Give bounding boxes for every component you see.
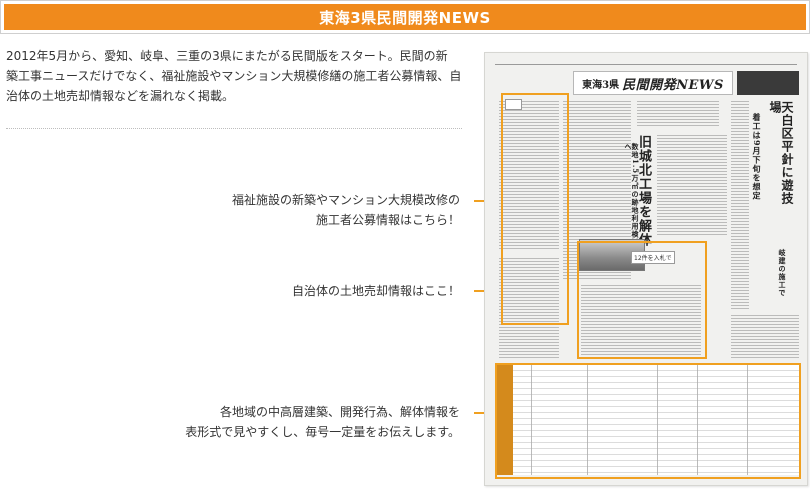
masthead-prefix: 東海3県 [582, 79, 620, 91]
intro-line: 治体の土地売却情報などを漏れなく掲載。 [6, 89, 235, 103]
dotted-divider [6, 128, 462, 129]
section-header-band: 東海3県民間開発NEWS [4, 4, 806, 30]
intro-text: 2012年5月から、愛知、岐阜、三重の3県にまたがる民間版をスタート。民間の新 … [6, 46, 466, 106]
callout-line: 各地域の中高層建築、開発行為、解体情報を [219, 405, 460, 419]
callout-line: 表形式で見やすくし、毎号一定量をお伝えします。 [185, 425, 460, 439]
article-text-block [731, 315, 799, 359]
headline-right: 天白区平針に遊技場 [768, 101, 794, 205]
callout-line: 福祉施設の新築やマンション大規模改修の [231, 193, 460, 207]
callout-table-info: 各地域の中高層建築、開発行為、解体情報を 表形式で見やすくし、毎号一定量をお伝え… [185, 402, 460, 442]
newspaper-sample-image: 東海3県 民間開発NEWS 旧城北工場を解体 数地1.5万㎡の跡地利用検討へ 天… [484, 52, 808, 486]
highlight-box-land-sales [577, 241, 707, 359]
newspaper-masthead: 東海3県 民間開発NEWS [573, 71, 733, 95]
callout-line: 施工者公募情報はこちら！ [315, 213, 460, 227]
masthead-ad-box [737, 71, 799, 95]
masthead-title: 民間開発NEWS [622, 77, 724, 93]
highlight-box-table [495, 363, 801, 479]
headline-lower-right: 岐建の施工で [778, 249, 787, 297]
subhead-center: 数地1.5万㎡の跡地利用検討へ [624, 143, 640, 247]
subhead-right: 着工は9月下旬を想定 [752, 113, 762, 201]
callout-land-sales: 自治体の土地売却情報はここ！ [292, 281, 460, 301]
article-text-block [731, 101, 749, 311]
section-title: 東海3県民間開発NEWS [319, 8, 491, 27]
article-text-block [657, 135, 727, 235]
highlight-box-tenders [501, 93, 569, 325]
section-header: 東海3県民間開発NEWS [0, 0, 810, 34]
intro-line: 2012年5月から、愛知、岐阜、三重の3県にまたがる民間版をスタート。民間の新 [6, 49, 448, 63]
callout-line: 自治体の土地売却情報はここ！ [291, 284, 460, 298]
paper-top-rule [495, 59, 797, 65]
article-text-block [637, 101, 719, 127]
intro-line: 築工事ニュースだけでなく、福祉施設やマンション大規模修繕の施工者公募情報、自 [6, 69, 462, 83]
callout-welfare-tenders: 福祉施設の新築やマンション大規模改修の 施工者公募情報はこちら！ [232, 190, 460, 230]
